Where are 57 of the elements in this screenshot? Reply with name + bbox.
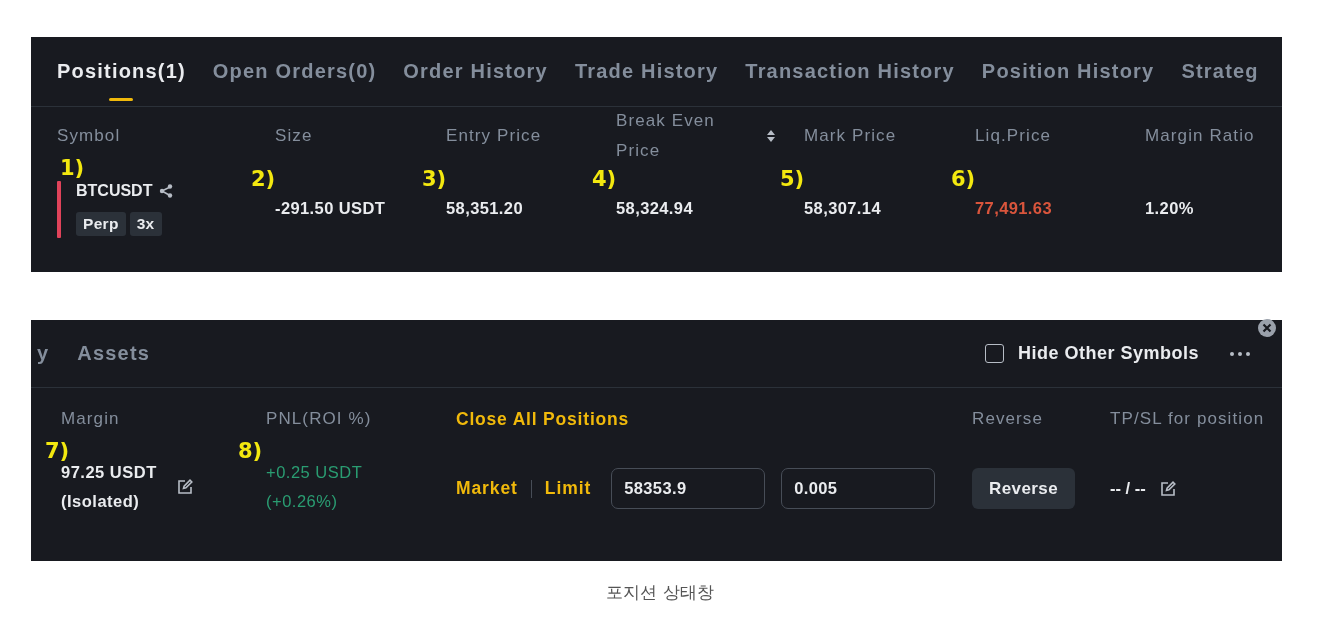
annotation-label: 4) (592, 168, 617, 190)
tab[interactable]: Open Orders(0) (212, 37, 377, 106)
share-icon[interactable] (159, 184, 174, 198)
column-header: Size (275, 125, 313, 147)
column-header: Reverse (972, 408, 1043, 430)
annotation-label: 1) (60, 157, 85, 179)
tab[interactable]: Positions(1) (57, 37, 186, 106)
checkbox-label[interactable]: Hide Other Symbols (1017, 343, 1199, 364)
tab[interactable]: Transaction History (745, 37, 955, 106)
tab[interactable]: Trade History (574, 37, 719, 106)
tab[interactable]: Assets (77, 320, 151, 387)
figure-caption: 포지션 상태창 (606, 582, 714, 602)
checkbox[interactable] (984, 344, 1004, 363)
order-type-link[interactable]: Market (456, 478, 518, 499)
close-icon[interactable] (1258, 319, 1276, 337)
tab[interactable]: Order History (403, 37, 548, 106)
annotation-label: 7) (45, 440, 70, 462)
annotation-label: 5) (780, 168, 805, 190)
cell-value: 58,351.20 (446, 198, 523, 218)
column-header: TP/SL for position (1110, 408, 1265, 430)
column-header: Margin (61, 408, 120, 430)
column-header: Liq.Price (975, 125, 1052, 147)
annotation-label: 8) (238, 440, 263, 462)
column-header: PNL(ROI %) (266, 408, 372, 430)
reverse-button[interactable]: Reverse (972, 468, 1075, 509)
cell-value: (Isolated) (61, 491, 140, 512)
cell-value: -- / -- (1110, 479, 1146, 498)
annotation-label: 2) (251, 168, 276, 190)
cell-value: 97.25 USDT (61, 462, 157, 483)
order-type-link[interactable]: Limit (544, 478, 592, 499)
order-input-field[interactable]: 0.005 (781, 468, 936, 509)
column-header: Break Even Price (616, 110, 716, 162)
cell-value: 77,491.63 (975, 198, 1052, 218)
cell-value: -291.50 USDT (275, 198, 386, 218)
cell-value: +0.25 USDT (266, 462, 363, 483)
column-header: Entry Price (446, 125, 542, 147)
edit-icon[interactable] (1159, 480, 1176, 497)
cell-value: (+0.26%) (266, 491, 338, 512)
column-header: Mark Price (804, 125, 897, 147)
column-header: Margin Ratio (1145, 125, 1255, 147)
symbol-tag: 3x (129, 212, 162, 236)
annotation-label: 3) (422, 168, 447, 190)
edit-icon[interactable] (176, 479, 193, 495)
tab[interactable]: Strateg (1181, 37, 1259, 106)
sort-icon[interactable] (767, 130, 775, 142)
symbol-tag: Perp (76, 212, 126, 236)
annotation-label: 6) (951, 168, 976, 190)
symbol-name: BTCUSDT (76, 182, 153, 200)
tab[interactable]: Position History (981, 37, 1155, 106)
cell-value: 58,307.14 (804, 198, 881, 218)
column-header: Symbol (57, 125, 121, 147)
order-input-field[interactable]: 58353.9 (611, 468, 766, 509)
cell-value: 1.20% (1145, 198, 1194, 218)
cell-value: 58,324.94 (616, 198, 693, 218)
close-all-link[interactable]: Close All Positions (456, 408, 630, 430)
tab[interactable]: y (37, 320, 50, 387)
more-icon[interactable] (1230, 351, 1250, 356)
